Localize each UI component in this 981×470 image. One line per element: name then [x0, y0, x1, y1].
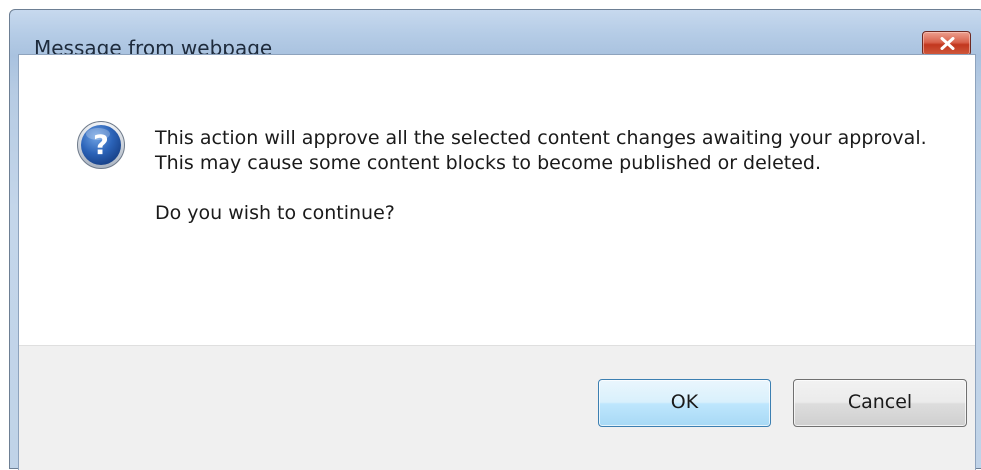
cancel-button[interactable]: Cancel — [793, 379, 967, 427]
close-button[interactable] — [922, 31, 971, 56]
ok-button[interactable]: OK — [598, 379, 771, 427]
message-line: This action will approve all the selecte… — [155, 127, 927, 149]
svg-text:?: ? — [93, 130, 109, 161]
dialog-content: ? This action will approve all the selec… — [18, 54, 976, 470]
question-icon: ? — [77, 121, 125, 169]
close-icon — [940, 37, 955, 50]
dialog-window: Message from webpage ? This action will … — [9, 9, 981, 470]
message-line: This may cause some content blocks to be… — [155, 152, 822, 174]
message-line: Do you wish to continue? — [155, 202, 395, 224]
dialog-message: This action will approve all the selecte… — [155, 126, 945, 226]
